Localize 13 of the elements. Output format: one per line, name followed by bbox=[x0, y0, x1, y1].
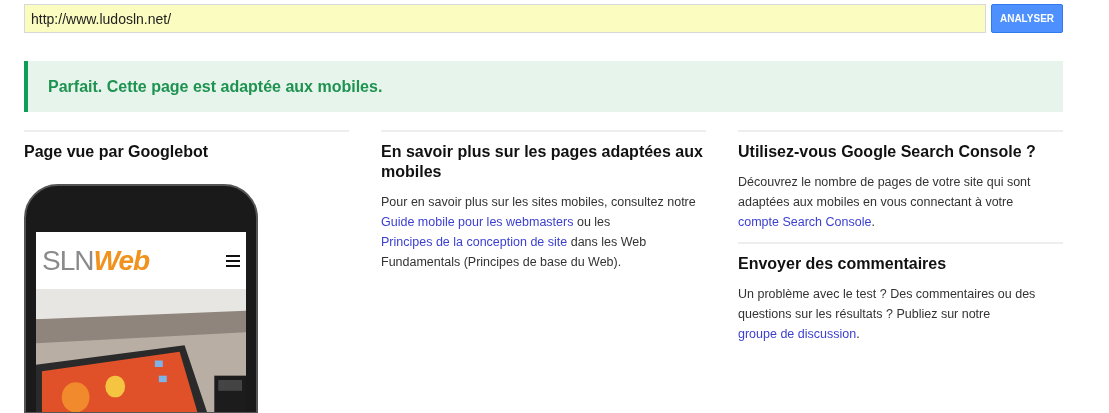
paragraph: Pour en savoir plus sur les sites mobiles, consultez notre Guide mobile pour les webmasters ou les Principes de la conception de site dans les Web Fundamentals (Principes de base du Web). bbox=[381, 194, 697, 271]
section-heading: Envoyer des commentaires bbox=[738, 254, 948, 274]
section-heading: En savoir plus sur les pages adaptées aux mobiles bbox=[381, 142, 704, 182]
link[interactable]: Guide mobile pour les webmasters bbox=[381, 215, 574, 229]
menu-icon[interactable] bbox=[226, 254, 240, 267]
link[interactable]: Principes de la conception de site bbox=[381, 235, 568, 249]
paragraph: Un problème avec le test ? Des commentaires ou des questions sur les résultats ? Publiez sur notre groupe de discussion. bbox=[738, 286, 1037, 343]
section-heading: Page vue par Googlebot bbox=[24, 142, 210, 162]
url-field[interactable]: http://www.ludosln.net/ bbox=[24, 4, 986, 33]
site-logo: SLNWeb bbox=[42, 246, 150, 275]
paragraph: Découvrez le nombre de pages de votre site qui sont adaptées aux mobiles en vous connectant à votre compte Search Console. bbox=[738, 174, 1032, 231]
section-heading: Utilisez-vous Google Search Console ? bbox=[738, 142, 1037, 162]
result-message: Parfait. Cette page est adaptée aux mobiles. bbox=[48, 76, 383, 97]
